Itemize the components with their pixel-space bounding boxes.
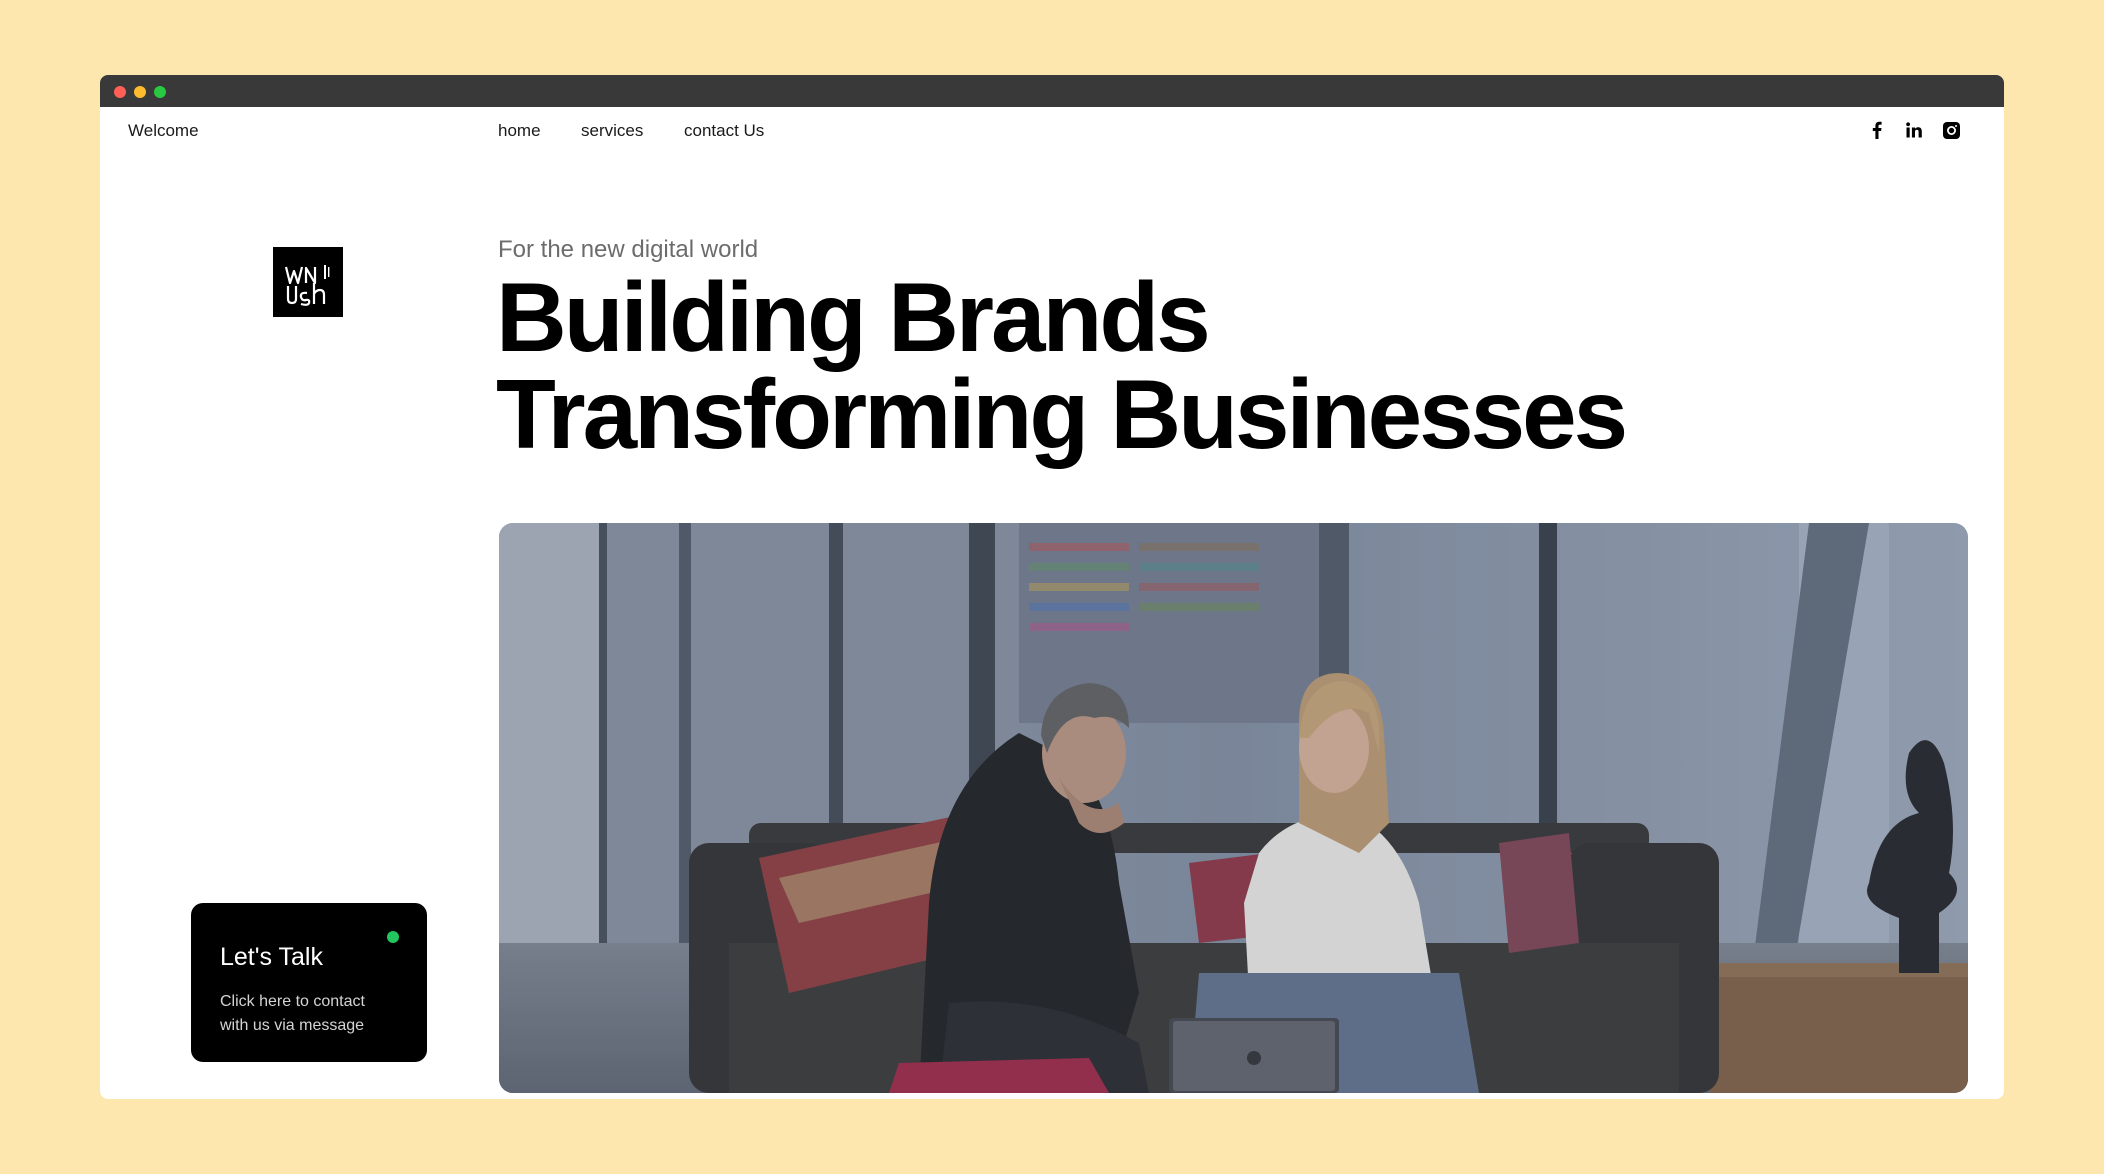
welcome-label: Welcome [128,121,199,140]
window-titlebar [100,75,2004,107]
minimize-window-button[interactable] [134,86,146,98]
instagram-icon[interactable] [1941,120,1961,140]
nav-link-contact[interactable]: contact Us [684,122,764,139]
brand-logo-mark [284,265,330,306]
brand-logo[interactable] [273,247,343,317]
online-status-dot [387,931,399,943]
hero-eyebrow: For the new digital world [498,236,759,263]
lets-talk-description: Click here to contact with us via messag… [220,993,365,1034]
nav-link-services[interactable]: services [581,122,643,139]
browser-window: Welcome home services contact Us For the… [100,75,2004,1099]
hero-headline-line-2: Transforming Businesses [496,359,1628,469]
maximize-window-button[interactable] [154,86,166,98]
hero-headline-line-1: Building Brands [496,262,1211,372]
lets-talk-title: Let's Talk [220,943,323,971]
close-window-button[interactable] [114,86,126,98]
lets-talk-card[interactable]: Let's Talk Click here to contact with us… [191,903,427,1062]
facebook-icon[interactable] [1870,120,1884,140]
hero-image [499,523,1968,1093]
nav-link-home[interactable]: home [498,122,541,139]
linkedin-icon[interactable] [1905,120,1923,140]
hero-headline: Building Brands Transforming Businesses [496,262,1896,469]
